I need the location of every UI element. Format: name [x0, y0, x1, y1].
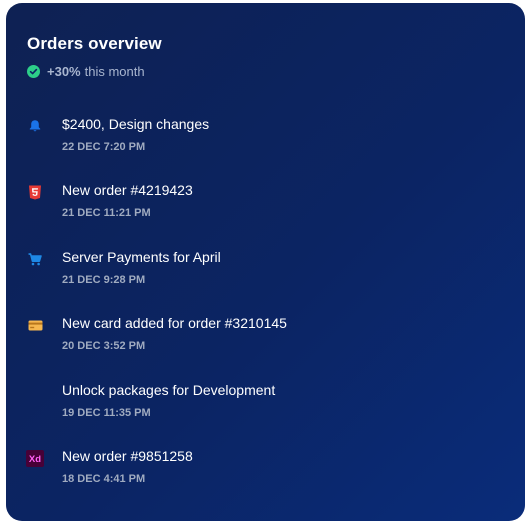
growth-percent: +30% — [47, 64, 81, 79]
timeline-item-time: 20 DEC 3:52 PM — [62, 340, 146, 352]
timeline-item: New card added for order #3210145 20 DEC… — [6, 310, 525, 360]
html5-icon — [26, 183, 44, 201]
timeline-item-text: New order #4219423 — [62, 182, 193, 198]
card-title: Orders overview — [27, 34, 162, 53]
timeline-item: Unlock packages for Development 19 DEC 1… — [6, 377, 525, 427]
timeline-item-text: New card added for order #3210145 — [62, 315, 287, 331]
timeline-item: New order #4219423 21 DEC 11:21 PM — [6, 177, 525, 227]
timeline-item-time: 18 DEC 4:41 PM — [62, 473, 146, 485]
credit-card-icon — [26, 316, 44, 334]
timeline-item-text: Server Payments for April — [62, 249, 221, 265]
timeline-item: Xd New order #9851258 18 DEC 4:41 PM — [6, 443, 525, 493]
timeline-item: Server Payments for April 21 DEC 9:28 PM — [6, 244, 525, 294]
growth-period: this month — [84, 64, 145, 79]
growth-summary: +30% this month — [27, 64, 145, 79]
svg-text:Xd: Xd — [29, 454, 41, 465]
cart-icon — [26, 250, 44, 268]
timeline-item-time: 22 DEC 7:20 PM — [62, 141, 146, 153]
timeline-item: $2400, Design changes 22 DEC 7:20 PM — [6, 111, 525, 161]
timeline-item-time: 21 DEC 11:21 PM — [62, 207, 151, 219]
timeline-item-text: New order #9851258 — [62, 448, 193, 464]
orders-overview-card: Orders overview +30% this month $2400, D… — [6, 3, 525, 521]
adobe-xd-icon: Xd — [26, 449, 44, 467]
timeline-item-time: 19 DEC 11:35 PM — [62, 407, 151, 419]
bell-icon — [26, 117, 44, 135]
check-circle-icon — [27, 65, 40, 78]
timeline-item-text: Unlock packages for Development — [62, 382, 276, 398]
timeline-item-time: 21 DEC 9:28 PM — [62, 274, 146, 286]
timeline-item-text: $2400, Design changes — [62, 116, 210, 132]
